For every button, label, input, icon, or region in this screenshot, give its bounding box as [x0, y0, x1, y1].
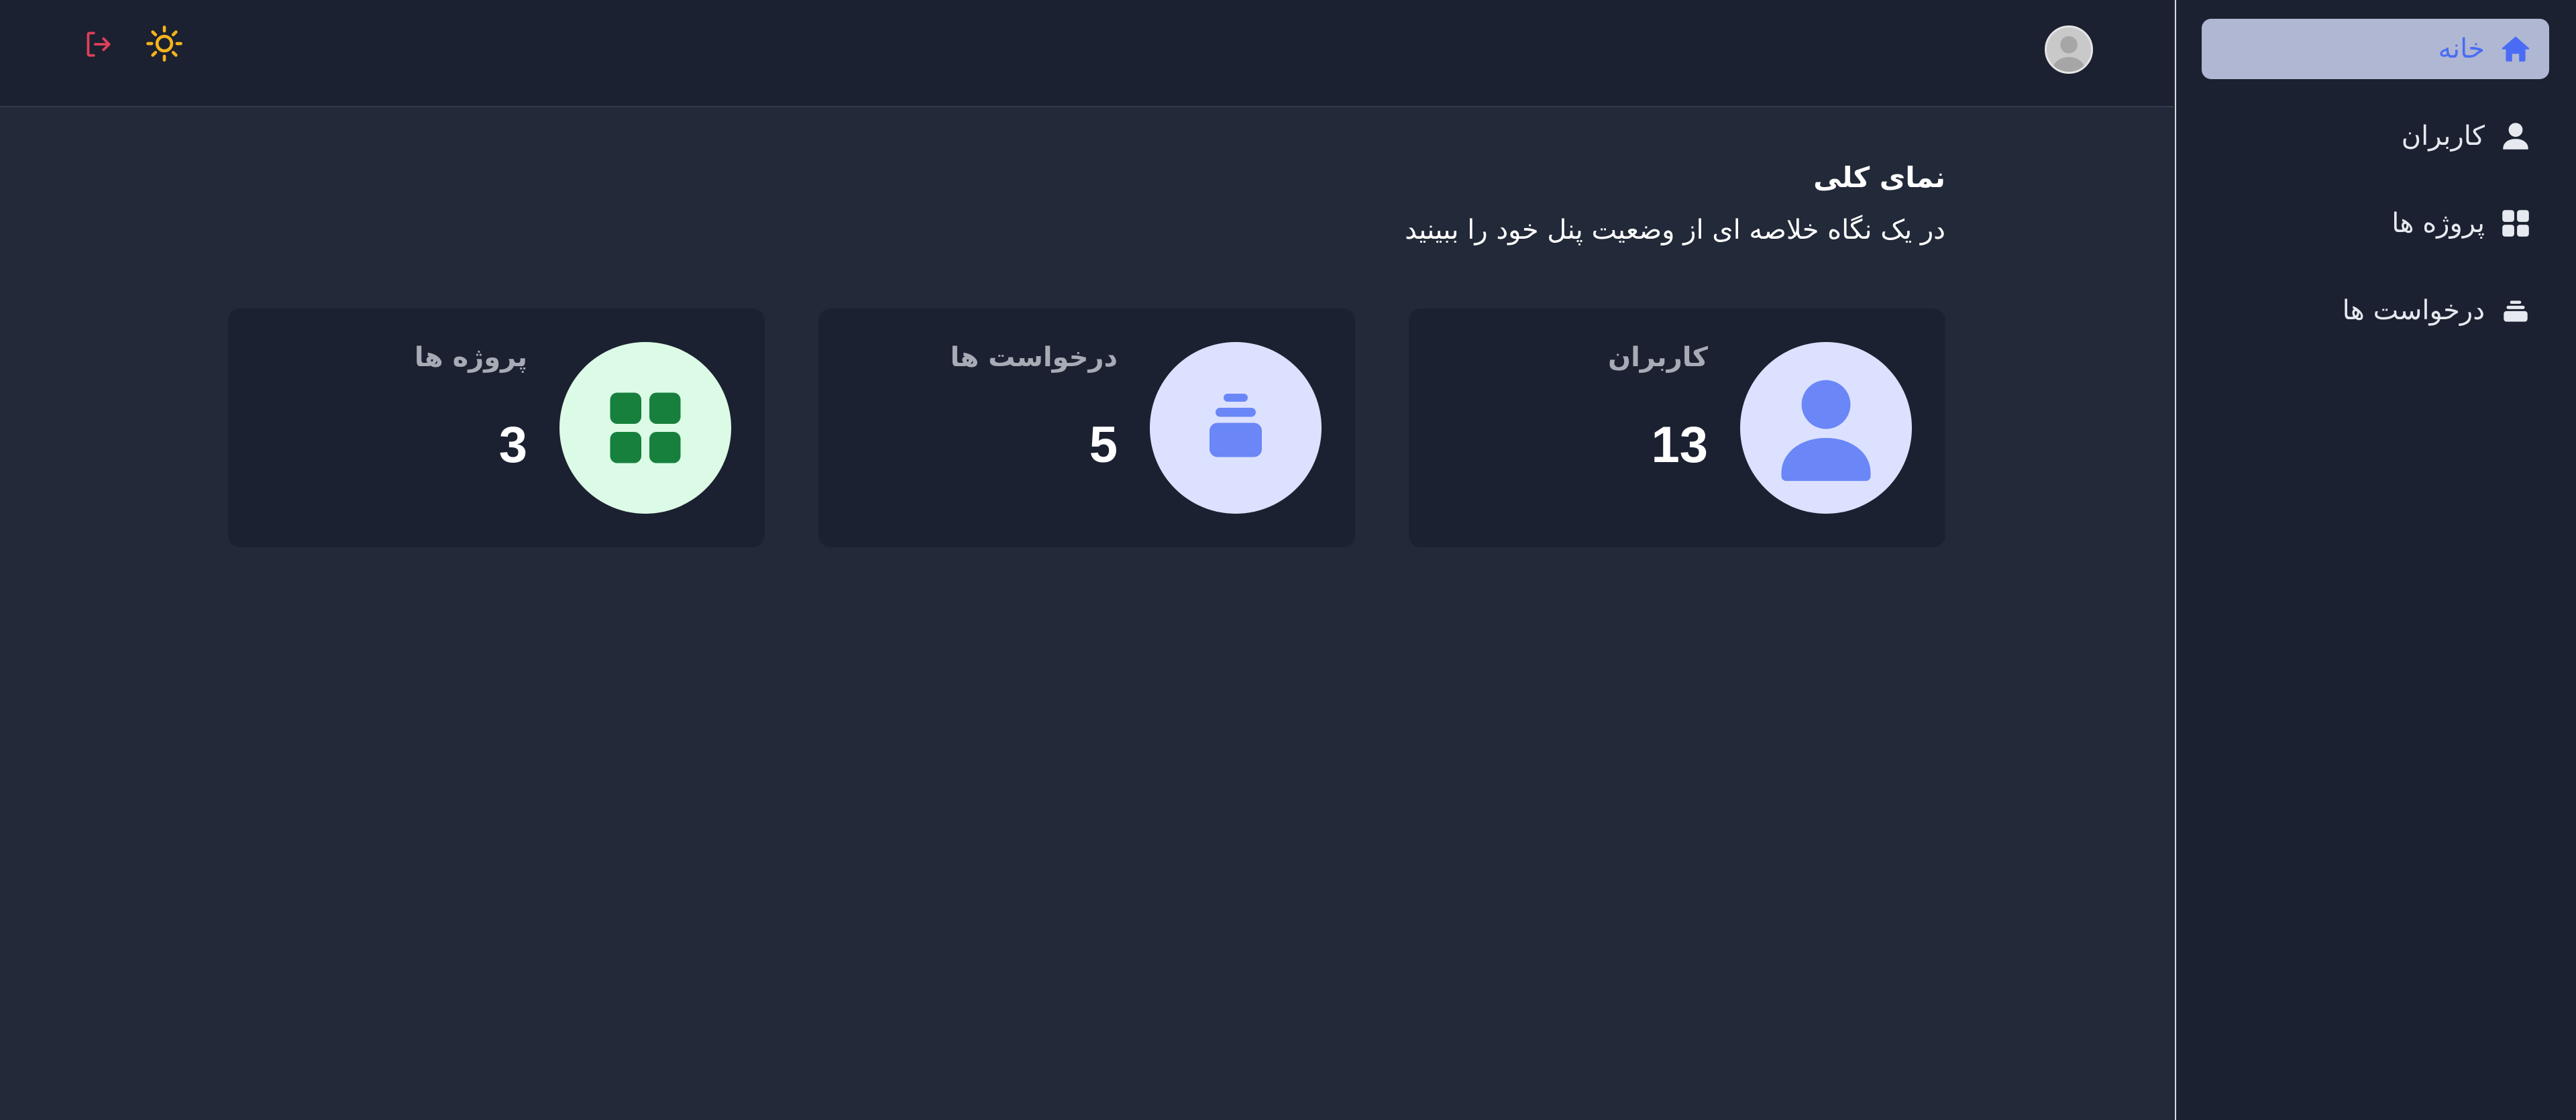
- stat-card-users[interactable]: کاربران 13: [1409, 309, 1945, 547]
- stat-value: 13: [1651, 416, 1708, 473]
- sidebar-item-projects[interactable]: پروژه ها: [2202, 193, 2549, 254]
- stat-card-requests[interactable]: درخواست ها 5: [818, 309, 1355, 547]
- inbox-icon: [2497, 292, 2534, 329]
- sidebar-item-requests[interactable]: درخواست ها: [2202, 280, 2549, 341]
- sidebar-item-label: پروژه ها: [2392, 208, 2485, 239]
- stat-value: 3: [498, 416, 527, 473]
- home-icon: [2497, 30, 2534, 68]
- app-root: خانه کاربران پروژه ها درخواست ها نمای کل…: [0, 0, 2576, 1120]
- page-subtitle: در یک نگاه خلاصه ای از وضعیت پنل خود را …: [1405, 215, 1945, 245]
- stat-card-projects[interactable]: پروژه ها 3: [228, 309, 765, 547]
- sidebar-item-label: خانه: [2438, 34, 2485, 64]
- sidebar: خانه کاربران پروژه ها درخواست ها: [2175, 0, 2576, 1120]
- stat-label: پروژه ها: [414, 342, 527, 373]
- sidebar-item-home[interactable]: خانه: [2202, 19, 2549, 79]
- top-header: [0, 0, 2174, 107]
- sidebar-item-users[interactable]: کاربران: [2202, 106, 2549, 166]
- stat-value: 5: [1089, 416, 1118, 473]
- sidebar-item-label: درخواست ها: [2342, 295, 2485, 326]
- sidebar-item-label: کاربران: [2401, 121, 2485, 152]
- grid-icon: [559, 342, 731, 514]
- inbox-icon: [1150, 342, 1322, 514]
- user-icon: [1740, 342, 1912, 514]
- grid-icon: [2497, 205, 2534, 242]
- user-icon: [2497, 117, 2534, 155]
- logout-icon[interactable]: [79, 25, 117, 63]
- stat-label: درخواست ها: [950, 342, 1118, 373]
- stat-label: کاربران: [1607, 342, 1708, 373]
- user-avatar[interactable]: [2045, 25, 2093, 74]
- page-title: نمای کلی: [1813, 161, 1945, 194]
- sun-icon[interactable]: [142, 21, 186, 66]
